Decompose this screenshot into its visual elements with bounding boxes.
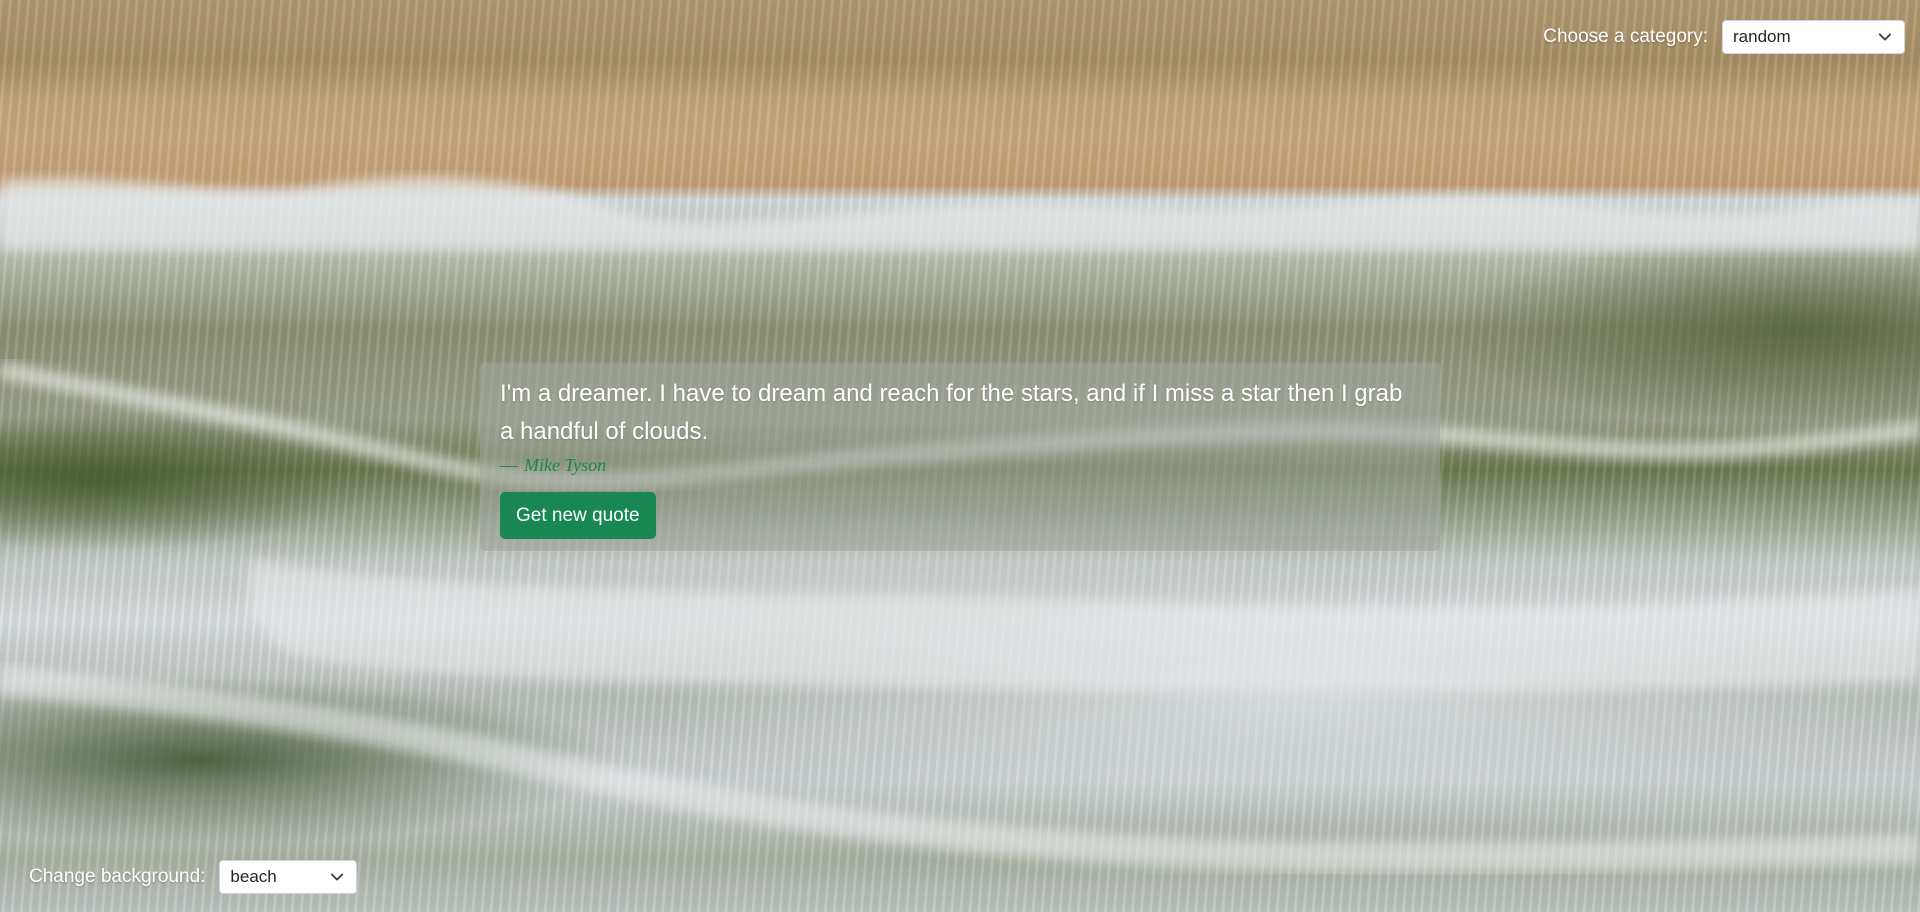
chevron-down-icon bbox=[1878, 33, 1892, 41]
quote-card: I'm a dreamer. I have to dream and reach… bbox=[480, 363, 1440, 551]
quote-text: I'm a dreamer. I have to dream and reach… bbox=[500, 380, 1403, 445]
background-label: Change background: bbox=[29, 866, 206, 887]
category-select[interactable]: random bbox=[1722, 20, 1905, 54]
category-label: Choose a category: bbox=[1543, 26, 1708, 47]
get-new-quote-button[interactable]: Get new quote bbox=[500, 492, 656, 539]
category-selected-value: random bbox=[1733, 27, 1791, 46]
background-select[interactable]: beach bbox=[219, 860, 358, 894]
author-dash: — bbox=[500, 455, 518, 475]
quote-author: Mike Tyson bbox=[524, 455, 607, 475]
chevron-down-icon bbox=[331, 873, 344, 881]
quote-author-line: — Mike Tyson bbox=[500, 455, 1420, 476]
background-control: Change background: beach bbox=[29, 860, 358, 894]
category-control: Choose a category: random bbox=[1543, 20, 1905, 54]
background-selected-value: beach bbox=[230, 867, 277, 886]
